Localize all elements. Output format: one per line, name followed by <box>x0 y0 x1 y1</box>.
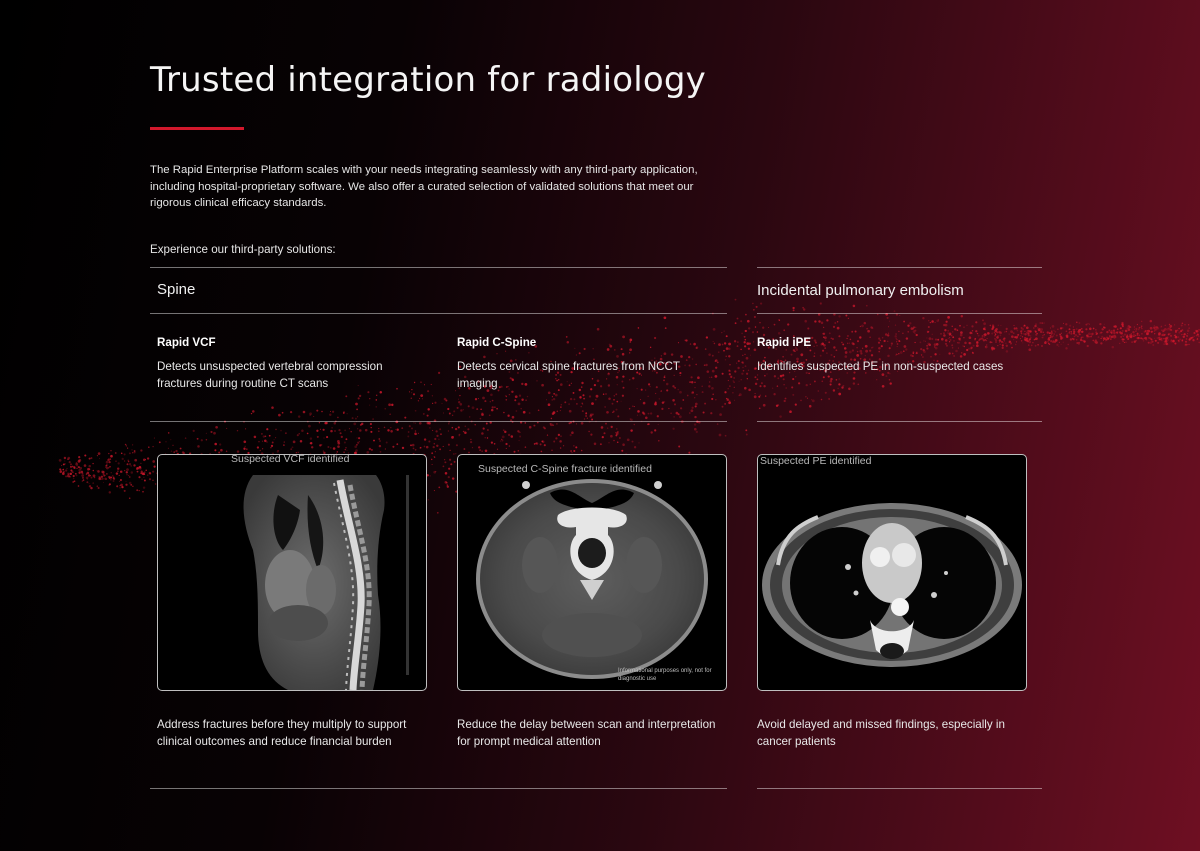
product-name-rapid-c-spine: Rapid C-Spine <box>457 336 537 349</box>
divider <box>757 313 1042 314</box>
intro-paragraph: The Rapid Enterprise Platform scales wit… <box>150 164 698 209</box>
category-heading-pulmonary-embolism: Incidental pulmonary embolism <box>757 282 964 299</box>
page-title: Trusted integration for radiology <box>150 60 706 100</box>
page: Trusted integration for radiology The Ra… <box>0 0 1200 851</box>
scan-label-c-spine: Suspected C-Spine fracture identified <box>478 463 652 475</box>
product-description-rapid-vcf: Detects unsuspected vertebral compressio… <box>157 360 383 390</box>
product-description-rapid-ipe: Identifies suspected PE in non-suspected… <box>757 360 1004 373</box>
solutions-subheading: Experience our third-party solutions: <box>150 243 336 256</box>
benefit-text-rapid-vcf: Address fractures before they multiply t… <box>157 718 407 748</box>
axial-neck-ct-image <box>476 479 708 679</box>
scan-label-vcf: Suspected VCF identified <box>231 454 350 465</box>
axial-chest-ct-image <box>762 503 1022 667</box>
divider <box>757 267 1042 268</box>
divider <box>757 421 1042 422</box>
product-name-rapid-ipe: Rapid iPE <box>757 336 812 349</box>
divider <box>150 421 727 422</box>
divider <box>150 788 727 789</box>
product-description-rapid-c-spine: Detects cervical spine fractures from NC… <box>457 360 680 390</box>
scan-label-ipe: Suspected PE identified <box>760 455 872 467</box>
title-accent-bar <box>150 127 244 130</box>
divider <box>150 267 727 268</box>
sagittal-spine-ct-image <box>243 475 409 690</box>
scan-image-ipe: Suspected PE identified <box>757 454 1027 691</box>
scan-image-vcf: Suspected VCF identified <box>157 454 427 691</box>
product-name-rapid-vcf: Rapid VCF <box>157 336 216 349</box>
divider <box>757 788 1042 789</box>
scan-image-c-spine: Suspected C-Spine fracture identified In… <box>457 454 727 691</box>
divider <box>150 313 727 314</box>
benefit-text-rapid-c-spine: Reduce the delay between scan and interp… <box>457 718 716 748</box>
benefit-text-rapid-ipe: Avoid delayed and missed findings, espec… <box>757 718 1005 748</box>
category-heading-spine: Spine <box>157 281 196 298</box>
scan-disclaimer-note: Informational purposes only, not for dia… <box>618 668 712 682</box>
